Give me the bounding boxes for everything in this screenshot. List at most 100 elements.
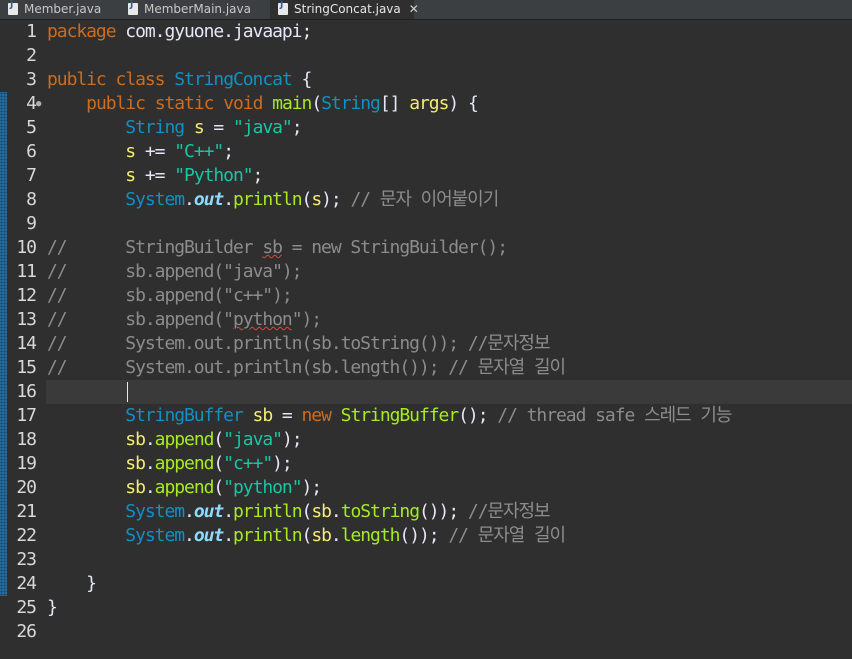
line-number: 26 <box>16 621 37 642</box>
code-token: = <box>272 405 302 426</box>
code-token: "java" <box>233 117 293 138</box>
line-number: 19 <box>16 453 37 474</box>
code-token: println <box>233 501 303 522</box>
code-token: ()); <box>418 501 468 522</box>
code-token: main <box>272 93 312 114</box>
code-token: . <box>330 501 342 522</box>
code-token: static <box>154 93 215 114</box>
close-icon[interactable]: ✕ <box>409 0 419 19</box>
code-token: out <box>193 189 224 210</box>
code-token: (); <box>458 405 498 426</box>
code-token: = <box>203 117 233 138</box>
code-line: StringBuffer sb = new StringBuffer(); //… <box>47 404 732 428</box>
code-token: ( <box>301 525 313 546</box>
tab-stringconcat-java[interactable]: StringConcat.java ✕ <box>270 0 419 19</box>
code-token: ()); <box>399 525 449 546</box>
line-number: 16 <box>16 381 37 402</box>
code-editor[interactable]: 1 package com.gyuone.javaapi; 2 3 public cla… <box>0 20 852 659</box>
line-number: 15 <box>16 357 37 378</box>
code-token: out <box>193 501 224 522</box>
code-token: new <box>301 405 332 426</box>
code-token: ( <box>213 453 224 474</box>
line-number: 2 <box>26 45 37 66</box>
code-token: { <box>291 69 313 90</box>
code-token: . <box>144 477 156 498</box>
code-token: . <box>144 453 156 474</box>
line-number: 7 <box>26 165 37 186</box>
code-token: . <box>223 501 234 522</box>
code-line: public class StringConcat { <box>47 68 313 92</box>
code-token: StringBuffer <box>125 405 244 426</box>
code-token: void <box>223 93 263 114</box>
code-token: . <box>184 525 195 546</box>
code-token: ); <box>301 477 323 498</box>
line-number: 6 <box>26 141 37 162</box>
code-token: toString <box>340 501 420 522</box>
code-token: System <box>125 189 185 210</box>
code-token: // 문자 이어붙이기 <box>350 189 499 210</box>
code-token: = new StringBuilder(); <box>281 237 508 258</box>
code-token: StringConcat <box>174 69 293 90</box>
code-token: // sb.append("java"); <box>47 261 303 282</box>
code-token: length <box>340 525 401 546</box>
code-token: ; <box>223 141 234 162</box>
code-line: sb.append("python"); <box>47 476 323 500</box>
code-token: . <box>184 189 195 210</box>
code-token: sb <box>125 477 146 498</box>
code-token: append <box>154 477 215 498</box>
code-token: sb <box>262 237 283 258</box>
code-token: //문자정보 <box>467 501 551 522</box>
code-token: args <box>409 93 449 114</box>
line-number: 20 <box>16 477 37 498</box>
code-line: System.out.println(sb.length()); // 문자열 … <box>47 524 566 548</box>
code-token: } <box>47 573 97 594</box>
code-line: sb.append("java"); <box>47 428 302 452</box>
code-token: python <box>232 309 293 330</box>
code-token: . <box>144 429 156 450</box>
code-token: ); <box>321 189 351 210</box>
editor-tab-bar: Member.java MemberMain.java StringConcat… <box>0 0 852 20</box>
code-token: // System.out.println(sb.length()); // 문… <box>47 357 566 378</box>
line-number: 8 <box>26 189 37 210</box>
line-number: 9 <box>26 213 37 234</box>
fold-marker-icon[interactable]: ● <box>36 92 41 116</box>
code-token: . <box>330 525 342 546</box>
code-token: sb <box>311 501 332 522</box>
code-token: [] <box>379 93 410 114</box>
code-token: sb <box>125 429 146 450</box>
code-line: // sb.append("c++"); <box>47 284 293 308</box>
code-token: println <box>233 189 303 210</box>
code-token: System <box>125 501 185 522</box>
java-file-icon <box>8 0 18 15</box>
tab-label: MemberMain.java <box>144 2 251 16</box>
line-number: 13 <box>16 309 37 330</box>
code-token: // StringBuilder <box>47 237 263 258</box>
code-token: class <box>115 69 166 90</box>
code-token: } <box>47 597 58 618</box>
code-token: String <box>321 93 381 114</box>
code-token: ; <box>291 117 303 138</box>
code-token: s <box>311 189 322 210</box>
text-caret <box>127 382 128 402</box>
line-number: 25 <box>16 597 37 618</box>
code-line: s += "C++"; <box>47 140 234 164</box>
line-number: 12 <box>16 285 37 306</box>
code-token: ( <box>301 189 313 210</box>
java-file-icon <box>278 0 288 15</box>
code-line: public static void main(String[] args) { <box>47 92 479 116</box>
line-number: 24 <box>16 573 37 594</box>
line-number: 3 <box>26 69 37 90</box>
tab-membermain-java[interactable]: MemberMain.java <box>120 0 268 19</box>
tab-member-java[interactable]: Member.java <box>0 0 118 19</box>
line-number: 5 <box>26 117 37 138</box>
code-token: "python" <box>223 477 302 498</box>
code-token: "java" <box>223 429 283 450</box>
